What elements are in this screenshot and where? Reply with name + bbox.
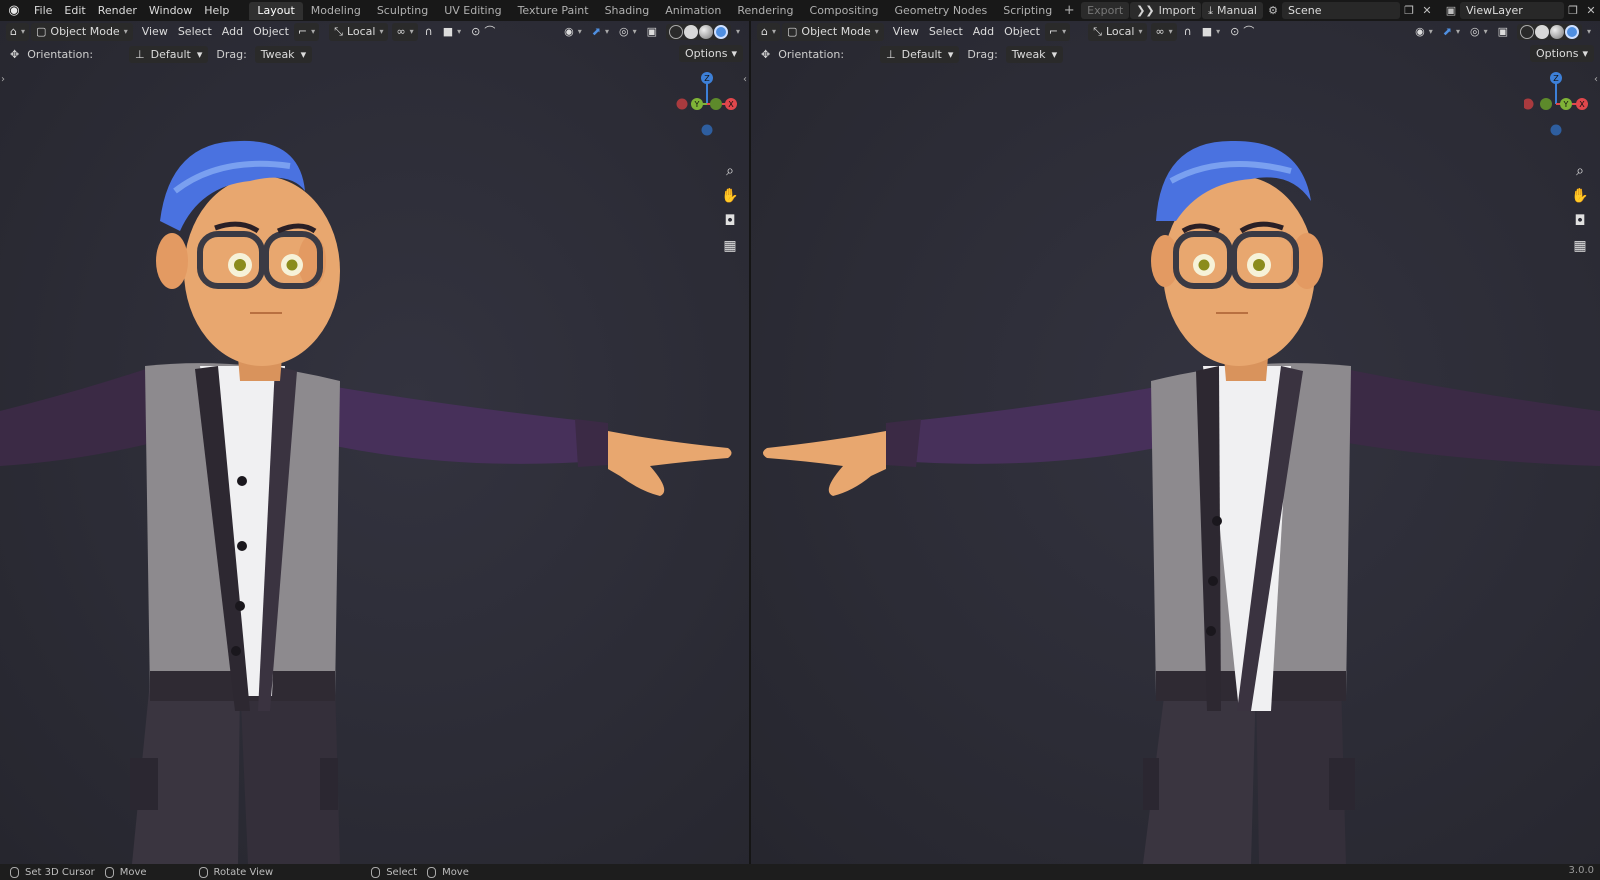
hint-rotate: Rotate View [198,866,274,878]
view-layer-icon[interactable]: ▣ [1442,2,1460,19]
top-right-controls: Export ❯❯ Import ⤓ Manual ⚙ Scene ❐ ✕ ▣ Vi… [1081,0,1600,21]
tab-shading[interactable]: Shading [597,2,658,20]
viewport-right[interactable]: ⌂ ▾ ▢ Object Mode ▾ View Select Add Object … [751,21,1600,864]
mouse-right-icon [371,866,381,878]
tab-scripting[interactable]: Scripting [995,2,1060,20]
mouse-drag-right-icon [427,866,437,878]
new-view-layer-icon[interactable]: ❐ [1564,2,1582,19]
import-button[interactable]: ❯❯ Import [1130,2,1202,19]
scene-icon[interactable]: ⚙ [1264,2,1282,19]
export-button[interactable]: Export [1081,2,1130,19]
manual-button[interactable]: ⤓ Manual [1202,2,1263,19]
hint-set-cursor-label: Set 3D Cursor [25,866,95,878]
menu-render[interactable]: Render [92,0,143,21]
menu-window[interactable]: Window [143,0,198,21]
hint-select: Select [371,866,418,878]
tab-animation[interactable]: Animation [657,2,729,20]
hint-select-label: Select [386,866,418,878]
hint-rotate-label: Rotate View [213,866,274,878]
workspace-tabs: Layout Modeling Sculpting UV Editing Tex… [249,0,1078,21]
character-model [763,140,1600,864]
version-label: 3.0.0 [1568,865,1594,876]
add-workspace-button[interactable]: + [1060,3,1078,18]
hint-move-2: Move [427,866,469,878]
export-label: Export [1087,4,1124,17]
mouse-middle-icon [198,866,208,878]
tab-modeling[interactable]: Modeling [303,2,369,20]
import-label: Import [1158,4,1196,17]
top-menu-bar: ◉ File Edit Render Window Help Layout Mo… [0,0,1600,21]
menu-help[interactable]: Help [198,0,235,21]
delete-scene-icon[interactable]: ✕ [1418,2,1436,19]
mouse-drag-icon [104,866,114,878]
tab-rendering[interactable]: Rendering [729,2,801,20]
new-scene-icon[interactable]: ❐ [1400,2,1418,19]
manual-label: Manual [1217,4,1257,17]
hint-move-label: Move [119,866,147,878]
tab-compositing[interactable]: Compositing [802,2,887,20]
character-model [0,140,732,864]
view-layer-field[interactable]: ViewLayer [1460,2,1564,19]
tab-layout[interactable]: Layout [249,1,303,20]
hint-move: Move [104,866,147,878]
status-bar: Set 3D Cursor Move Rotate View Select Mo… [0,864,1600,880]
viewport-left[interactable]: ⌂ ▾ ▢ Object Mode ▾ View Select Add Object … [0,21,749,864]
blender-logo-icon[interactable]: ◉ [0,0,28,21]
hint-move-2-label: Move [442,866,469,878]
delete-view-layer-icon[interactable]: ✕ [1582,2,1600,19]
menu-file[interactable]: File [28,0,58,21]
hint-set-cursor: Set 3D Cursor [10,866,95,878]
download-icon: ⤓ [1208,4,1214,17]
tab-sculpting[interactable]: Sculpting [369,2,436,20]
tab-geometry-nodes[interactable]: Geometry Nodes [886,2,995,20]
chevrons-icon: ❯❯ [1136,4,1155,17]
mouse-left-icon [10,866,19,878]
scene-field[interactable]: Scene [1282,2,1400,19]
tab-uv-editing[interactable]: UV Editing [436,2,509,20]
tab-texture-paint[interactable]: Texture Paint [510,2,597,20]
menu-edit[interactable]: Edit [58,0,91,21]
